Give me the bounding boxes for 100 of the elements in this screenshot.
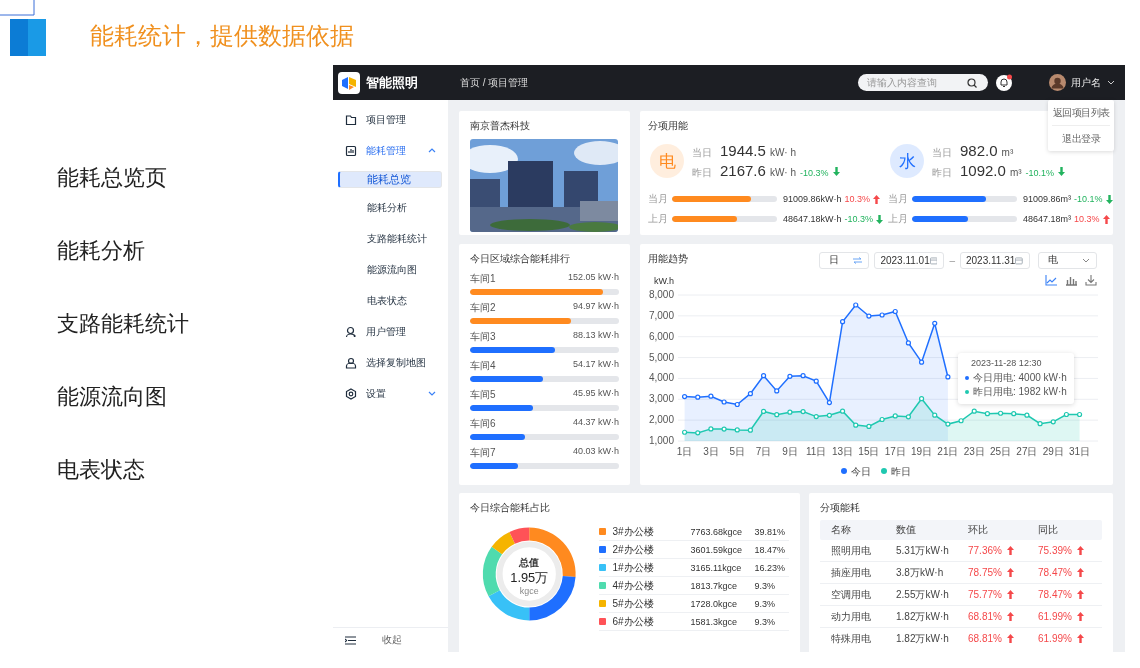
card-title: 今日综合能耗占比 xyxy=(470,501,551,515)
table-cell: 78.47% xyxy=(1038,567,1072,578)
unit-label: m³ xyxy=(1009,167,1022,178)
table-cell: 68.81% xyxy=(968,633,1002,644)
workshop-name: 车间5 xyxy=(470,387,496,402)
center-label: 总值 xyxy=(519,557,540,569)
day-value: 2167.6 xyxy=(720,162,766,179)
building-name: 6#办公楼 xyxy=(612,614,655,629)
workshop-value: 44.37 kW·h xyxy=(572,416,619,429)
building-share: 9.3% xyxy=(754,598,775,609)
building-name: 5#办公楼 xyxy=(612,596,655,611)
table-cell-text: 照明用电 xyxy=(830,543,872,558)
x-tick-label: 21日 xyxy=(937,445,959,457)
workshop-name: 车间6 xyxy=(470,416,496,431)
x-tick-label: 19日 xyxy=(911,445,933,457)
day-value: 1944.5 xyxy=(720,142,766,159)
x-tick-label: 29日 xyxy=(1042,445,1064,457)
center-value: 1.95万 xyxy=(510,569,549,585)
y-tick-label: 7,000 xyxy=(648,309,674,321)
column-header: 数值 xyxy=(896,523,917,537)
month-label: 上月 xyxy=(648,212,668,226)
building-value: 1728.0kgce xyxy=(690,598,738,609)
month-reading: 91009.86m³ xyxy=(1023,194,1072,204)
card-title: 用能趋势 xyxy=(648,251,688,266)
change-value: -10.3% xyxy=(800,168,829,178)
x-tick-label: 11日 xyxy=(806,445,827,457)
unit-label: kW· h xyxy=(769,147,796,158)
change-value: 10.3% xyxy=(1074,214,1100,224)
workshop-name: 车间2 xyxy=(470,300,496,315)
table-cell-text: 1.82万kW·h xyxy=(896,609,950,624)
building-share: 9.3% xyxy=(754,616,775,627)
table-cell: 78.47% xyxy=(1038,589,1072,600)
month-label: 当月 xyxy=(888,192,908,206)
table-cell: 75.39% xyxy=(1038,545,1072,556)
building-value: 3601.59kgce xyxy=(690,544,743,555)
tooltip-line: 今日用电: 4000 kW·h xyxy=(973,370,1067,385)
y-tick-label: 5,000 xyxy=(648,351,674,363)
building-share: 39.81% xyxy=(754,526,785,537)
y-tick-label: 1,000 xyxy=(648,434,674,446)
day-label: 当日 xyxy=(932,146,952,160)
building-value: 3165.11kgce xyxy=(690,562,743,573)
table-cell-text: 1.82万kW·h xyxy=(896,631,950,646)
table-cell-text: 动力用电 xyxy=(830,609,872,624)
unit-label: kW· h xyxy=(769,167,796,178)
tooltip-line: 昨日用电: 1982 kW·h xyxy=(973,384,1067,399)
change-value: 10.3% xyxy=(844,194,871,204)
change-value: -10.3% xyxy=(844,214,874,224)
workshop-name: 车间1 xyxy=(470,271,496,286)
card-title: 分项用能 xyxy=(648,119,689,133)
month-reading: 48647.18kW·h xyxy=(783,214,842,224)
x-tick-label: 17日 xyxy=(884,445,906,457)
feature-label: 支路能耗统计 xyxy=(57,310,189,338)
y-tick-label: 3,000 xyxy=(648,392,674,404)
table-cell: 75.77% xyxy=(968,589,1002,600)
day-value: 1092.0 xyxy=(960,162,1006,179)
center-unit: kgce xyxy=(519,585,539,596)
day-label: 当日 xyxy=(692,146,712,160)
legend-label: 今日 xyxy=(851,465,871,476)
workshop-value: 54.17 kW·h xyxy=(572,358,619,371)
workshop-value: 152.05 kW·h xyxy=(567,271,619,284)
x-tick-label: 7日 xyxy=(755,445,772,457)
x-tick-label: 9日 xyxy=(782,445,798,457)
workshop-name: 车间7 xyxy=(470,445,496,460)
tooltip-title: 2023-11-28 12:30 xyxy=(970,357,1043,368)
column-header: 名称 xyxy=(830,523,852,537)
building-value: 1813.7kgce xyxy=(690,580,738,591)
table-cell-text: 5.31万kW·h xyxy=(896,543,950,558)
workshop-value: 40.03 kW·h xyxy=(572,445,619,458)
table-cell: 77.36% xyxy=(968,545,1002,556)
column-header: 环比 xyxy=(968,523,989,537)
x-tick-label: 5日 xyxy=(729,445,746,457)
x-tick-label: 31日 xyxy=(1069,445,1091,457)
table-cell-text: 3.8万kW·h xyxy=(896,565,945,580)
day-value: 982.0 xyxy=(960,142,998,159)
x-tick-label: 27日 xyxy=(1016,445,1038,457)
table-cell-text: 空调用电 xyxy=(830,587,872,602)
card-title: 南京普杰科技 xyxy=(470,119,531,133)
table-cell-text: 2.55万kW·h xyxy=(896,587,950,602)
day-label: 昨日 xyxy=(932,166,952,180)
table-cell: 61.99% xyxy=(1038,611,1072,622)
feature-label: 能源流向图 xyxy=(57,383,167,411)
column-header: 同比 xyxy=(1038,523,1058,537)
workshop-name: 车间3 xyxy=(470,329,496,344)
x-tick-label: 3日 xyxy=(703,445,719,457)
app-name: 智能照明 xyxy=(366,73,418,92)
building-name: 4#办公楼 xyxy=(612,578,655,593)
x-tick-label: 1日 xyxy=(676,445,693,457)
month-label: 当月 xyxy=(648,192,668,206)
card-title: 分项能耗 xyxy=(820,501,861,515)
workshop-value: 94.97 kW·h xyxy=(572,300,619,313)
y-tick-label: 2,000 xyxy=(648,413,674,425)
building-share: 18.47% xyxy=(754,544,785,555)
table-cell-text: 插座用电 xyxy=(830,565,872,580)
month-label: 上月 xyxy=(888,212,908,226)
y-tick-label: 8,000 xyxy=(648,288,674,300)
building-name: 3#办公楼 xyxy=(612,524,655,539)
energy-symbol: 电 xyxy=(650,144,684,178)
day-label: 昨日 xyxy=(692,166,712,180)
x-tick-label: 15日 xyxy=(858,445,880,457)
feature-label: 能耗总览页 xyxy=(57,164,167,192)
